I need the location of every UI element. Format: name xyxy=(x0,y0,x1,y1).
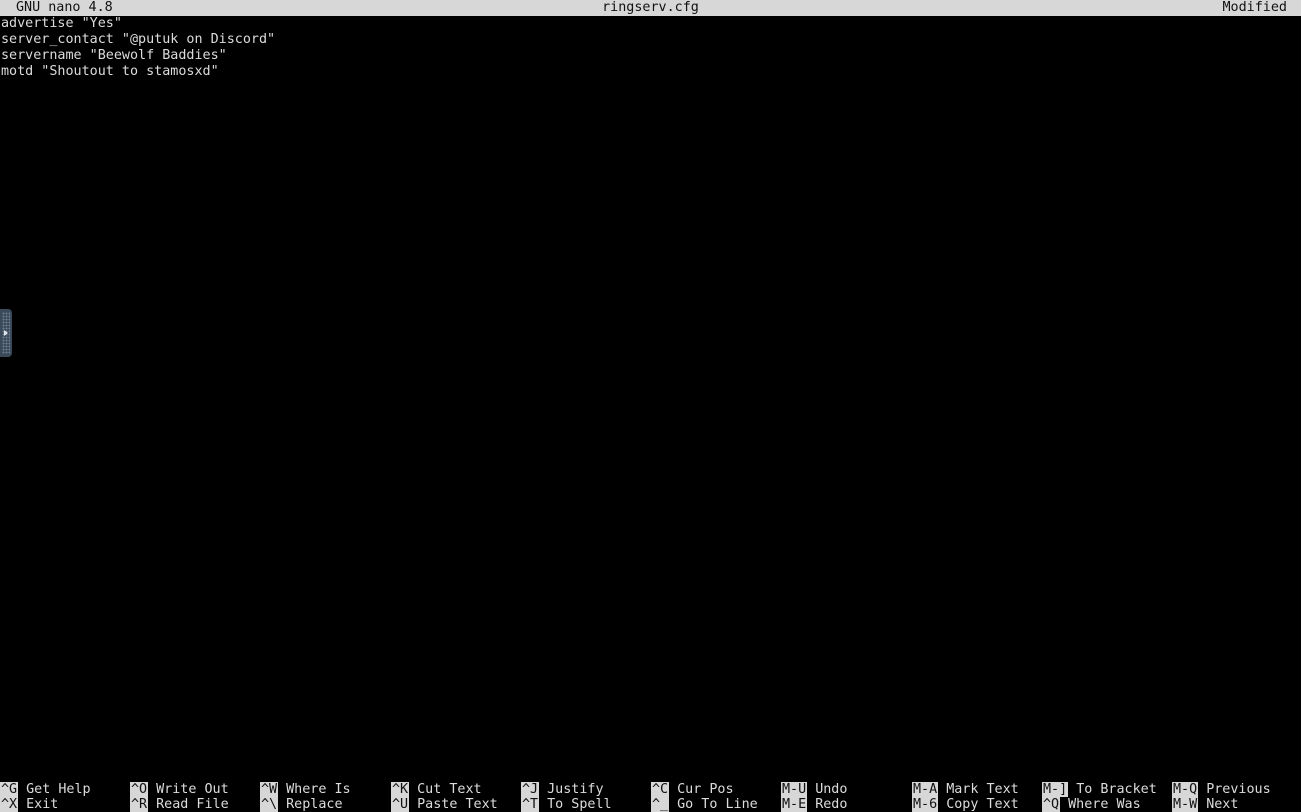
shortcut-key: ^K xyxy=(391,782,410,797)
shortcut-key: ^Q xyxy=(1042,797,1061,812)
shortcut-justify[interactable]: ^J Justify xyxy=(521,782,604,798)
shortcut-copy-text[interactable]: M-6 Copy Text xyxy=(912,797,1019,812)
shortcut-read-file[interactable]: ^R Read File xyxy=(130,797,229,812)
shortcut-get-help[interactable]: ^G Get Help xyxy=(0,782,91,798)
shortcut-next[interactable]: M-W Next xyxy=(1172,797,1238,812)
shortcut-where-is[interactable]: ^W Where Is xyxy=(260,782,351,798)
shortcut-label: Exit xyxy=(26,797,59,812)
shortcut-where-was[interactable]: ^Q Where Was xyxy=(1042,797,1141,812)
shortcut-label: Mark Text xyxy=(946,782,1019,797)
shortcut-row-1: ^G Get Help ^O Write Out ^W Where Is ^K Cut … xyxy=(0,782,1301,798)
shortcut-help-bar: ^G Get Help ^O Write Out ^W Where Is ^K Cut … xyxy=(0,782,1301,812)
shortcut-label: Paste Text xyxy=(417,797,498,812)
shortcut-undo[interactable]: M-U Undo xyxy=(781,782,847,798)
shortcut-row-2: ^X Exit ^R Read File ^\ Replace ^U Paste Tex… xyxy=(0,797,1301,812)
shortcut-key: ^O xyxy=(130,782,149,797)
shortcut-label: Next xyxy=(1206,797,1239,812)
shortcut-label: Read File xyxy=(156,797,229,812)
shortcut-mark-text[interactable]: M-A Mark Text xyxy=(912,782,1019,798)
shortcut-exit[interactable]: ^X Exit xyxy=(0,797,58,812)
shortcut-key: M-6 xyxy=(912,797,939,812)
shortcut-write-out[interactable]: ^O Write Out xyxy=(130,782,229,798)
shortcut-redo[interactable]: M-E Redo xyxy=(781,797,847,812)
shortcut-key: M-Q xyxy=(1172,782,1199,797)
shortcut-to-spell[interactable]: ^T To Spell xyxy=(521,797,612,812)
shortcut-key: ^X xyxy=(0,797,19,812)
shortcut-go-to-line[interactable]: ^_ Go To Line xyxy=(651,797,758,812)
shortcut-label: Cut Text xyxy=(417,782,482,797)
modified-status: Modified xyxy=(1222,0,1288,15)
side-panel-handle[interactable] xyxy=(0,309,12,357)
shortcut-key: M-U xyxy=(781,782,808,797)
shortcut-cur-pos[interactable]: ^C Cur Pos xyxy=(651,782,734,798)
shortcut-label: Justify xyxy=(547,782,604,797)
shortcut-key: M-E xyxy=(781,797,808,812)
shortcut-label: Where Is xyxy=(286,782,351,797)
shortcut-key: ^C xyxy=(651,782,670,797)
editor-line[interactable]: server_contact "@putuk on Discord" xyxy=(0,32,1301,48)
shortcut-key: ^J xyxy=(521,782,540,797)
shortcut-label: Cur Pos xyxy=(677,782,734,797)
shortcut-key: ^\ xyxy=(260,797,279,812)
nano-title-bar: ringserv.cfg GNU nano 4.8 Modified xyxy=(0,0,1301,16)
shortcut-label: Redo xyxy=(815,797,848,812)
shortcut-label: Write Out xyxy=(156,782,229,797)
shortcut-label: Copy Text xyxy=(946,797,1019,812)
shortcut-label: Get Help xyxy=(26,782,91,797)
shortcut-key: M-A xyxy=(912,782,939,797)
shortcut-key: ^T xyxy=(521,797,540,812)
editor-line[interactable]: advertise "Yes" xyxy=(0,16,1301,32)
shortcut-key: ^W xyxy=(260,782,279,797)
editor-line[interactable]: motd "Shoutout to stamosxd" xyxy=(0,64,1301,80)
shortcut-key: ^_ xyxy=(651,797,670,812)
editor-line[interactable]: servername "Beewolf Baddies" xyxy=(0,48,1301,64)
shortcut-label: To Spell xyxy=(547,797,612,812)
shortcut-label: Replace xyxy=(286,797,343,812)
shortcut-label: Previous xyxy=(1206,782,1271,797)
shortcut-cut-text[interactable]: ^K Cut Text xyxy=(391,782,482,798)
shortcut-label: Where Was xyxy=(1068,797,1141,812)
shortcut-label: Undo xyxy=(815,782,848,797)
expand-arrow-icon xyxy=(4,330,8,336)
shortcut-previous[interactable]: M-Q Previous xyxy=(1172,782,1271,798)
shortcut-key: M-] xyxy=(1042,782,1069,797)
shortcut-label: Go To Line xyxy=(677,797,758,812)
editor-text-area[interactable]: advertise "Yes" server_contact "@putuk o… xyxy=(0,16,1301,80)
shortcut-key: ^G xyxy=(0,782,19,797)
shortcut-label: To Bracket xyxy=(1076,782,1157,797)
shortcut-key: M-W xyxy=(1172,797,1199,812)
shortcut-to-bracket[interactable]: M-] To Bracket xyxy=(1042,782,1157,798)
app-version: GNU nano 4.8 xyxy=(16,0,113,15)
shortcut-replace[interactable]: ^\ Replace xyxy=(260,797,343,812)
shortcut-key: ^R xyxy=(130,797,149,812)
shortcut-key: ^U xyxy=(391,797,410,812)
file-name: ringserv.cfg xyxy=(602,0,699,15)
shortcut-paste-text[interactable]: ^U Paste Text xyxy=(391,797,498,812)
